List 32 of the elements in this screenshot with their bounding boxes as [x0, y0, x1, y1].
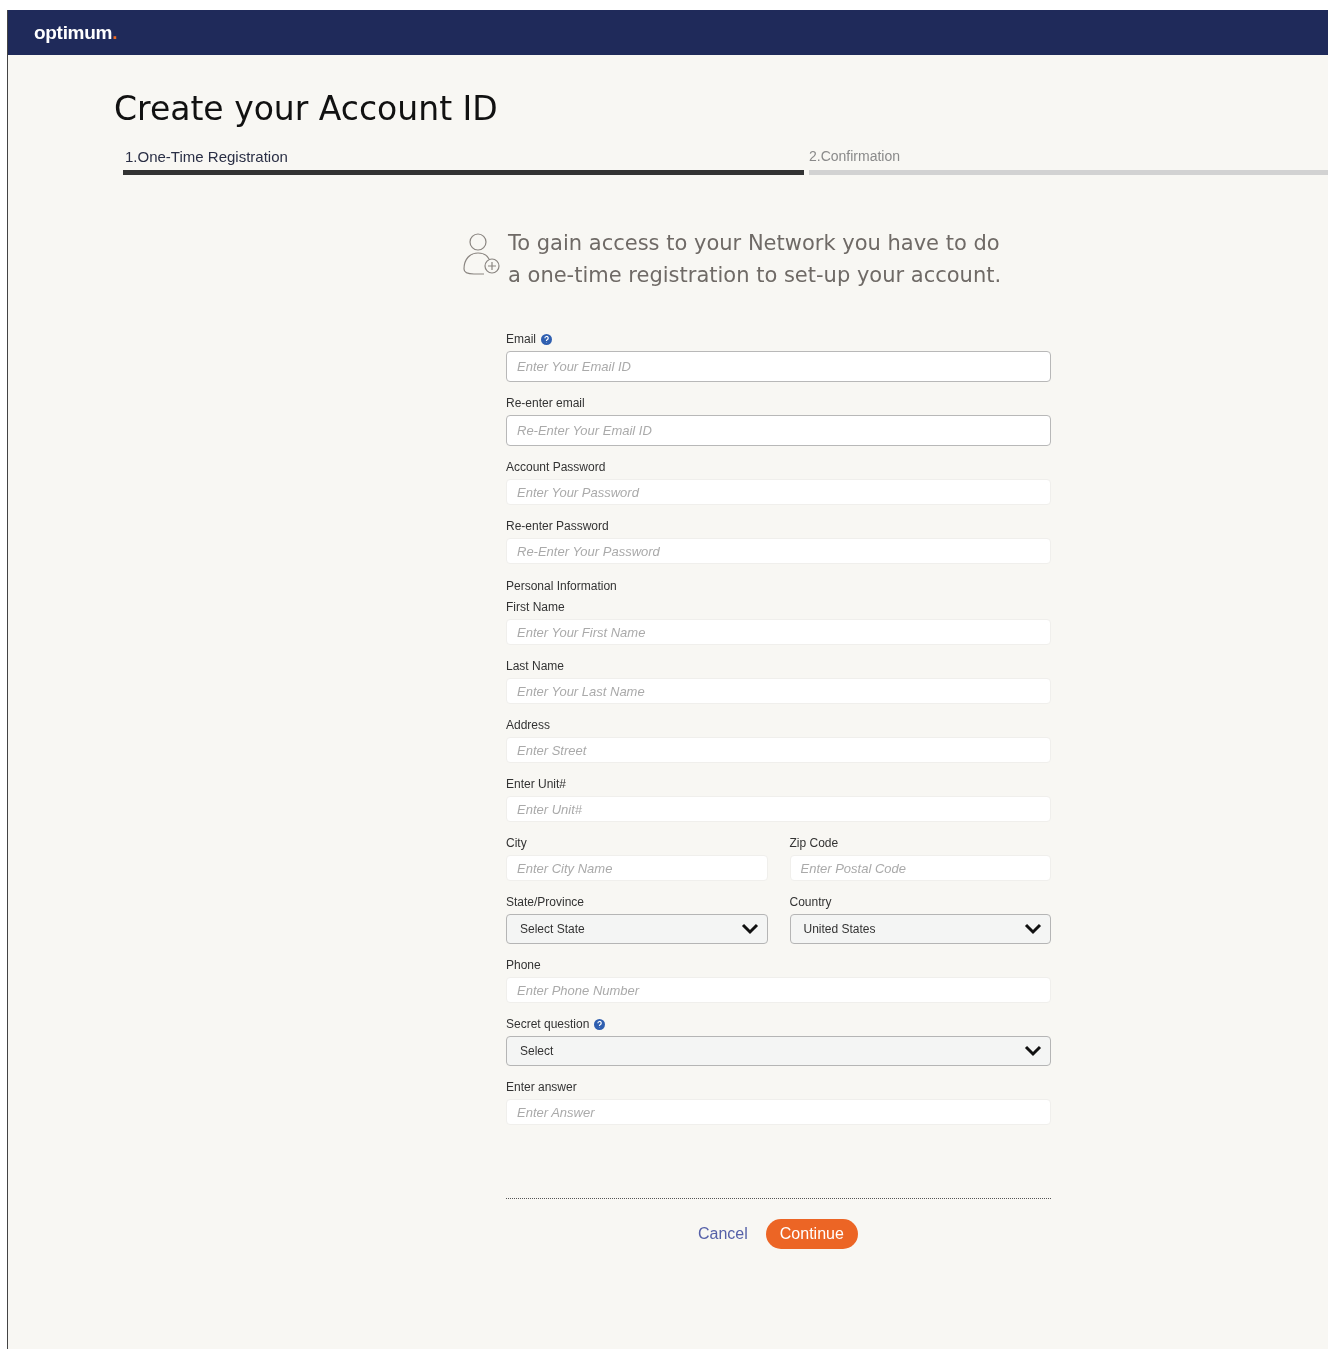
field-label: Phone [506, 957, 542, 973]
step-tab[interactable]: 1.One-Time Registration [123, 148, 804, 175]
select-dropdown[interactable]: United States [789, 914, 1051, 944]
intro-text: To gain access to your Network you have to do [508, 231, 1001, 255]
chevron-down-icon [740, 923, 759, 935]
section-heading: Personal Information [506, 579, 618, 593]
page-title: Create your Account ID [114, 89, 498, 128]
help-icon[interactable] [541, 333, 552, 345]
cancel-link[interactable]: Cancel [698, 1225, 748, 1243]
field-label: Re-enter email [506, 395, 586, 411]
intro-text: a one-time registration to set-up your account. [508, 263, 1002, 287]
field-label: City [506, 835, 528, 851]
help-icon[interactable] [594, 1018, 606, 1030]
chevron-down-icon [1024, 1045, 1042, 1057]
field-label: Last Name [506, 658, 566, 674]
field-label: First Name [506, 599, 566, 615]
logo[interactable]: optimum. [34, 21, 118, 44]
field-label: Enter Unit# [506, 776, 568, 792]
field-label: Zip Code [789, 835, 840, 851]
select-dropdown[interactable]: Select [506, 1036, 1051, 1066]
field-label: Re-enter Password [506, 518, 610, 534]
field-label: State/Province [506, 894, 586, 910]
field-label: Secret question [506, 1016, 1051, 1032]
input-field[interactable]: Enter Your Email ID [506, 351, 1051, 382]
field-label: Account Password [506, 459, 607, 475]
field-label: Email [506, 331, 1051, 347]
select-dropdown[interactable]: Select State [506, 914, 768, 944]
field-label: Enter answer [506, 1079, 578, 1095]
input-field[interactable]: Re-Enter Your Email ID [506, 415, 1051, 446]
chevron-down-icon [1024, 923, 1042, 935]
field-label: Address [506, 717, 552, 733]
field-label: Country [789, 894, 833, 910]
